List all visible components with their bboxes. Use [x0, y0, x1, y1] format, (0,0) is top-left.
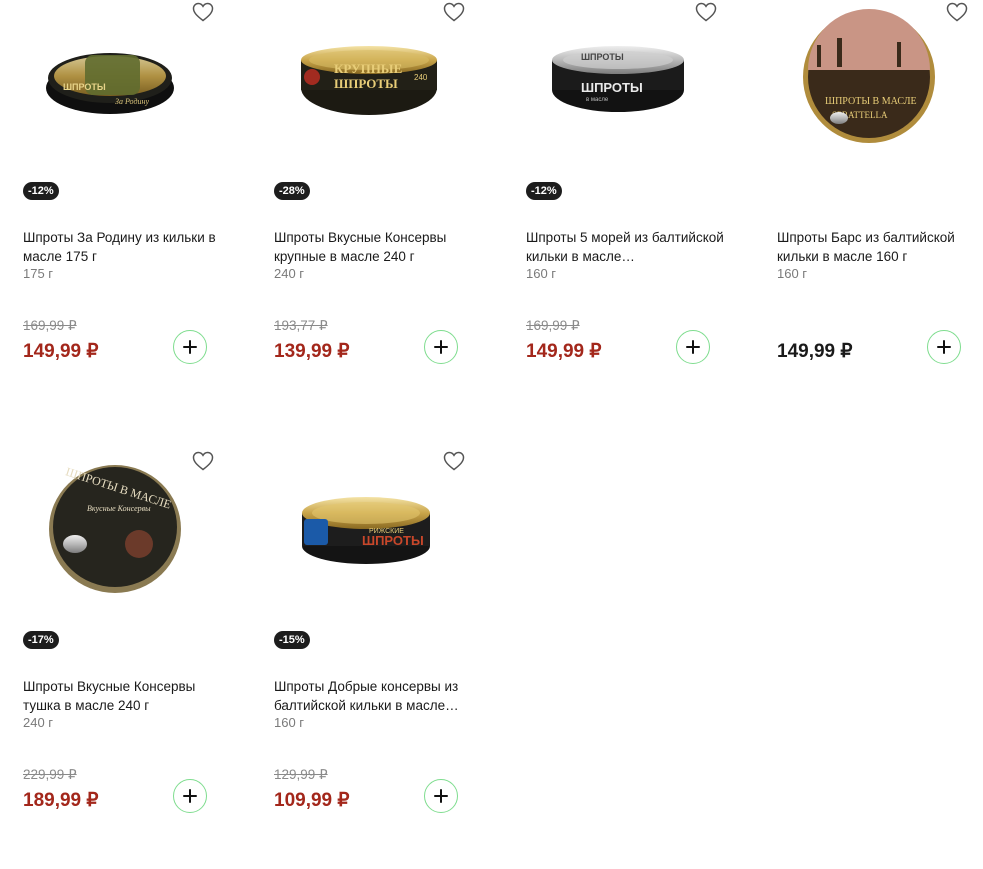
- product-image[interactable]: ШПРОТЫ В МАСЛЕ SPRATTELLA: [777, 0, 983, 160]
- product-name[interactable]: Шпроты 5 морей из балтийской кильки в ма…: [526, 228, 726, 266]
- current-price: 149,99 ₽: [23, 341, 99, 362]
- product-weight: 240 г: [274, 266, 305, 281]
- current-price: 139,99 ₽: [274, 341, 350, 362]
- favorite-heart-icon[interactable]: [442, 449, 466, 473]
- favorite-heart-icon[interactable]: [442, 0, 466, 24]
- product-name[interactable]: Шпроты Барс из балтийской кильки в масле…: [777, 228, 977, 266]
- product-image[interactable]: ШПРОТЫ ШПРОТЫ в масле: [526, 0, 746, 160]
- product-weight: 160 г: [526, 266, 557, 281]
- svg-text:ШПРОТЫ: ШПРОТЫ: [581, 80, 643, 95]
- add-to-cart-button[interactable]: [424, 330, 458, 364]
- product-name[interactable]: Шпроты Добрые консервы из балтийской кил…: [274, 677, 474, 715]
- product-image[interactable]: ШПРОТЫ В МАСЛЕ Вкусные Консервы: [23, 449, 243, 609]
- product-card[interactable]: РИЖСКИЕ ШПРОТЫ -15% Шпроты Добрые консер…: [274, 449, 494, 869]
- old-price: 169,99 ₽: [526, 318, 580, 333]
- add-to-cart-button[interactable]: [173, 779, 207, 813]
- add-to-cart-button[interactable]: [676, 330, 710, 364]
- product-card[interactable]: ШПРОТЫ За Родину -12% Шпроты За Родину и…: [23, 0, 243, 420]
- discount-badge: -17%: [23, 631, 59, 649]
- plus-icon: [434, 789, 448, 803]
- favorite-heart-icon[interactable]: [191, 449, 215, 473]
- add-to-cart-button[interactable]: [424, 779, 458, 813]
- old-price: 169,99 ₽: [23, 318, 77, 333]
- product-weight: 160 г: [274, 715, 305, 730]
- old-price: 129,99 ₽: [274, 767, 328, 782]
- favorite-heart-icon[interactable]: [694, 0, 718, 24]
- product-card[interactable]: ШПРОТЫ В МАСЛЕ Вкусные Консервы -17% Шпр…: [23, 449, 243, 869]
- current-price: 189,99 ₽: [23, 790, 99, 811]
- svg-text:ШПРОТЫ: ШПРОТЫ: [63, 82, 106, 92]
- product-card[interactable]: КРУПНЫЕ ШПРОТЫ 240 -28% Шпроты Вкусные К…: [274, 0, 494, 420]
- product-name[interactable]: Шпроты Вкусные Консервы тушка в масле 24…: [23, 677, 223, 715]
- product-card[interactable]: ШПРОТЫ ШПРОТЫ в масле -12% Шпроты 5 море…: [526, 0, 746, 420]
- product-card[interactable]: ШПРОТЫ В МАСЛЕ SPRATTELLA Шпроты Барс из…: [777, 0, 983, 420]
- plus-icon: [183, 340, 197, 354]
- old-price: 229,99 ₽: [23, 767, 77, 782]
- current-price: 149,99 ₽: [777, 341, 853, 362]
- product-weight: 240 г: [23, 715, 54, 730]
- product-image[interactable]: РИЖСКИЕ ШПРОТЫ: [274, 449, 494, 609]
- product-name[interactable]: Шпроты За Родину из кильки в масле 175 г: [23, 228, 223, 266]
- discount-badge: -12%: [526, 182, 562, 200]
- svg-text:ШПРОТЫ: ШПРОТЫ: [334, 76, 398, 91]
- discount-badge: -28%: [274, 182, 310, 200]
- plus-icon: [686, 340, 700, 354]
- current-price: 109,99 ₽: [274, 790, 350, 811]
- old-price: 193,77 ₽: [274, 318, 328, 333]
- product-weight: 175 г: [23, 266, 54, 281]
- plus-icon: [434, 340, 448, 354]
- svg-text:КРУПНЫЕ: КРУПНЫЕ: [334, 61, 402, 76]
- product-image[interactable]: ШПРОТЫ За Родину: [23, 0, 243, 160]
- favorite-heart-icon[interactable]: [945, 0, 969, 24]
- current-price: 149,99 ₽: [526, 341, 602, 362]
- svg-text:За Родину: За Родину: [115, 97, 149, 106]
- svg-text:Вкусные Консервы: Вкусные Консервы: [87, 504, 151, 513]
- svg-text:ШПРОТЫ: ШПРОТЫ: [581, 52, 624, 62]
- svg-text:в масле: в масле: [586, 97, 609, 103]
- plus-icon: [183, 789, 197, 803]
- add-to-cart-button[interactable]: [927, 330, 961, 364]
- discount-badge: -15%: [274, 631, 310, 649]
- product-image[interactable]: КРУПНЫЕ ШПРОТЫ 240: [274, 0, 494, 160]
- plus-icon: [937, 340, 951, 354]
- discount-badge: -12%: [23, 182, 59, 200]
- product-name[interactable]: Шпроты Вкусные Консервы крупные в масле …: [274, 228, 474, 266]
- svg-text:240: 240: [414, 73, 428, 82]
- add-to-cart-button[interactable]: [173, 330, 207, 364]
- svg-text:ШПРОТЫ В МАСЛЕ: ШПРОТЫ В МАСЛЕ: [825, 96, 917, 107]
- svg-text:ШПРОТЫ: ШПРОТЫ: [362, 533, 424, 548]
- favorite-heart-icon[interactable]: [191, 0, 215, 24]
- product-weight: 160 г: [777, 266, 808, 281]
